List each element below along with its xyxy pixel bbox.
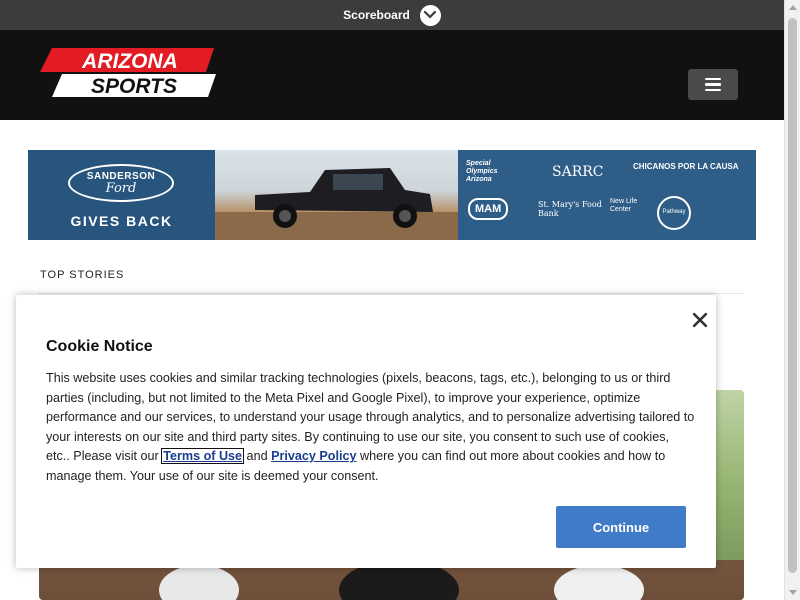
cookie-title: Cookie Notice xyxy=(46,338,153,355)
ad-tagline: GIVES BACK xyxy=(70,213,173,229)
dealer-brand: Ford xyxy=(105,181,137,196)
cookie-body: This website uses cookies and similar tr… xyxy=(46,369,696,487)
truck-image xyxy=(215,150,458,240)
scoreboard-bar: Scoreboard xyxy=(0,0,784,30)
scroll-up-icon[interactable] xyxy=(789,5,797,10)
site-logo[interactable]: ARIZONA SPORTS xyxy=(38,48,218,98)
ford-logo: SANDERSON Ford xyxy=(68,164,174,202)
privacy-policy-link[interactable]: Privacy Policy xyxy=(271,449,356,463)
scroll-down-icon[interactable] xyxy=(789,590,797,595)
menu-button[interactable] xyxy=(688,69,738,100)
scroll-thumb[interactable] xyxy=(788,18,797,573)
ad-banner[interactable]: SANDERSON Ford GIVES BACK Special Olympi… xyxy=(28,150,756,240)
ad-dealer-panel: SANDERSON Ford GIVES BACK xyxy=(28,150,215,240)
ad-partners: Special Olympics Arizona SARRC CHICANOS … xyxy=(458,150,756,240)
section-title: TOP STORIES xyxy=(40,269,125,281)
chevron-down-icon[interactable] xyxy=(419,4,441,26)
divider xyxy=(38,293,744,294)
scoreboard-label[interactable]: Scoreboard xyxy=(343,8,410,22)
cookie-notice-dialog: Cookie Notice This website uses cookies … xyxy=(16,295,716,568)
logo-line1: ARIZONA xyxy=(81,50,178,73)
logo-line2: SPORTS xyxy=(91,75,177,98)
page-scrollbar[interactable] xyxy=(784,0,800,600)
cookie-text-and: and xyxy=(243,449,272,464)
partner-logo: MAM xyxy=(468,198,509,220)
partner-logo: CHICANOS POR LA CAUSA xyxy=(633,162,739,171)
site-header: ARIZONA SPORTS xyxy=(0,30,784,120)
close-icon[interactable] xyxy=(688,308,712,332)
partner-logo: Special Olympics Arizona xyxy=(466,160,498,183)
continue-button[interactable]: Continue xyxy=(556,506,686,548)
partner-logo: St. Mary's Food Bank xyxy=(538,200,602,218)
partner-logo: SARRC xyxy=(552,164,604,180)
partner-logo: New Life Center xyxy=(610,198,638,213)
hamburger-icon xyxy=(705,77,721,81)
terms-of-use-link[interactable]: Terms of Use xyxy=(161,448,245,465)
partner-logo: Pathway xyxy=(657,196,691,230)
